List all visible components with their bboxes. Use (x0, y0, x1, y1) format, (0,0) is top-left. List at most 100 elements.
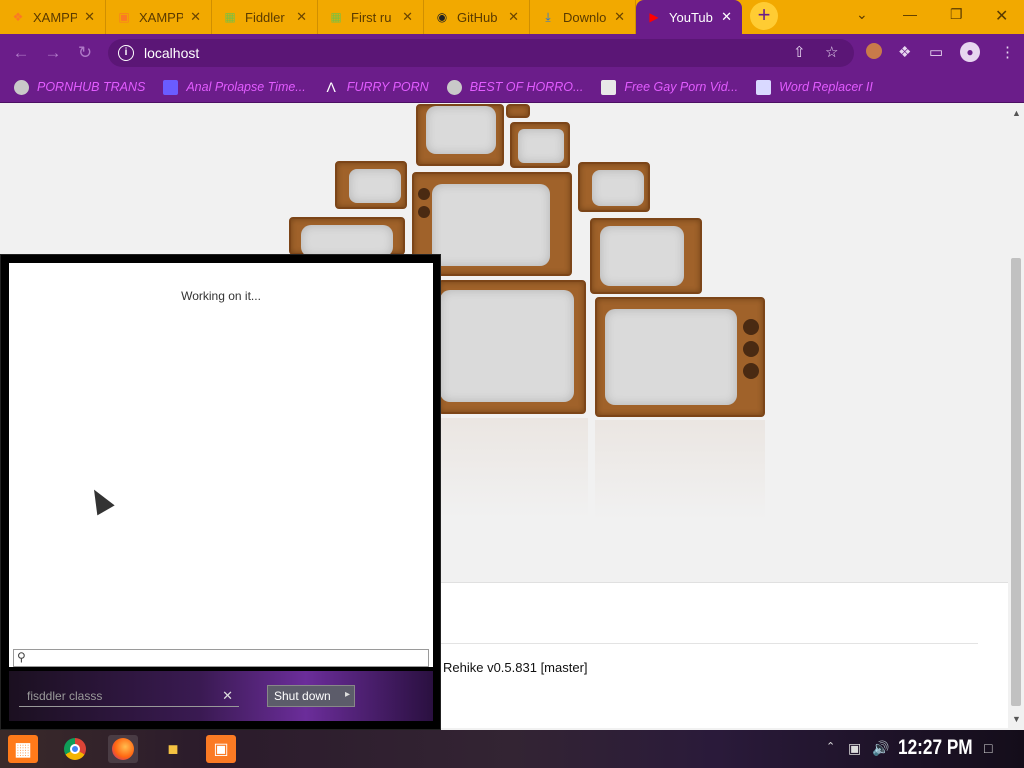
fiddler-search-input[interactable]: fisddler classs ✕ (19, 683, 239, 707)
bookmark-label: Free Gay Porn Vid... (624, 80, 739, 94)
tv-illustration (416, 104, 504, 166)
tv-illustration (506, 104, 530, 118)
tab-first-run[interactable]: ▦ First ru ✕ (318, 0, 424, 34)
tv-reflection (595, 420, 765, 520)
bookmarks-bar: PORNHUB TRANS Anal Prolapse Time... Λ FUR… (0, 72, 1024, 103)
fiddler-content-pane: Working on it... ⚲ (9, 263, 433, 667)
menu-icon[interactable]: ⋮ (1000, 43, 1015, 61)
bookmark-item[interactable]: Free Gay Porn Vid... (601, 79, 739, 95)
shut-down-label: Shut down (274, 689, 331, 703)
share-icon[interactable]: ⇧ (793, 43, 806, 61)
tv-illustration (510, 122, 570, 168)
tab-fiddler[interactable]: ▦ Fiddler ✕ (212, 0, 318, 34)
bookmark-label: FURRY PORN (346, 80, 429, 94)
bookmark-star-icon[interactable]: ☆ (825, 43, 838, 61)
version-text: Rehike v0.5.831 [master] (443, 660, 588, 675)
bookmark-item[interactable]: Anal Prolapse Time... (163, 79, 306, 95)
tab-label: XAMPP (33, 9, 78, 25)
close-icon[interactable]: ✕ (84, 9, 95, 25)
close-window-icon[interactable]: ✕ (995, 6, 1008, 26)
xampp-icon: ▣ (118, 10, 130, 24)
bookmark-item[interactable]: PORNHUB TRANS (14, 79, 146, 95)
close-icon[interactable]: ✕ (508, 9, 519, 25)
tab-search-chevron-icon[interactable]: ⌄ (856, 6, 868, 23)
scrollbar-thumb[interactable] (1011, 258, 1021, 706)
tv-illustration (289, 217, 405, 257)
bookmark-label: BEST OF HORRO... (469, 80, 584, 94)
side-panel-icon[interactable]: ▭ (929, 43, 943, 61)
profile-icon[interactable]: ● (960, 42, 980, 62)
bookmark-item[interactable]: Λ FURRY PORN (324, 78, 429, 95)
browser-toolbar: ← → ↻ i localhost ⇧ ☆ ❖ ▭ ● ⋮ (0, 34, 1024, 72)
site-info-icon[interactable]: i (118, 45, 134, 61)
tv-illustration (595, 297, 765, 417)
url-text: localhost (144, 45, 200, 61)
tab-label: GitHub (457, 9, 498, 25)
tab-xampp-2[interactable]: ▣ XAMPP ✕ (106, 0, 212, 34)
close-icon[interactable]: ✕ (296, 9, 307, 25)
minimize-icon[interactable]: — (903, 6, 917, 22)
fiddler-search-text: fisddler classs (27, 689, 103, 703)
bookmark-label: PORNHUB TRANS (37, 80, 146, 94)
shut-down-button[interactable]: Shut down ▸ (267, 685, 355, 707)
xampp-icon: ❖ (12, 10, 24, 24)
tab-strip: ❖ XAMPP ✕ ▣ XAMPP ✕ ▦ Fiddler ✕ ▦ First … (0, 0, 1024, 34)
notification-icon[interactable]: □ (984, 740, 992, 756)
volume-icon[interactable]: 🔊 (872, 740, 889, 757)
divider (440, 643, 978, 644)
back-icon[interactable]: ← (10, 43, 32, 63)
bookmark-item[interactable]: Word Replacer II (756, 79, 873, 95)
file-explorer-icon[interactable]: ■ (158, 735, 188, 763)
fiddler-window: Working on it... ⚲ fisddler classs ✕ Shu… (0, 254, 441, 730)
scroll-up-icon[interactable]: ▲ (1012, 108, 1021, 118)
close-icon[interactable]: ✕ (614, 9, 625, 25)
bookmark-icon (601, 79, 617, 95)
tab-label: Downlo (563, 9, 607, 25)
page-scrollbar[interactable]: ▲ ▼ (1008, 104, 1024, 728)
github-icon: ◉ (436, 10, 448, 24)
clear-icon[interactable]: ✕ (222, 688, 233, 704)
tv-illustration (335, 161, 407, 209)
extensions-icon[interactable]: ❖ (898, 43, 911, 61)
quickexec-input[interactable]: ⚲ (13, 649, 429, 667)
download-icon: ⤓ (545, 9, 551, 24)
bookmark-icon: Λ (326, 78, 336, 95)
taskbar: ▦ ■ ▣ ⌃ ▣ 🔊 12:27 PM □ (0, 730, 1024, 768)
address-bar[interactable]: i localhost (108, 39, 854, 67)
fiddler-icon: ▦ (330, 10, 342, 24)
extension-avatar-icon[interactable] (866, 43, 882, 59)
tab-download[interactable]: ⤓ Downlo ✕ (530, 0, 636, 34)
bookmark-item[interactable]: BEST OF HORRO... (446, 79, 584, 95)
restore-icon[interactable]: ❐ (950, 6, 963, 23)
clock[interactable]: 12:27 PM (898, 736, 973, 760)
xampp-icon[interactable]: ▣ (206, 735, 236, 763)
close-icon[interactable]: ✕ (721, 9, 732, 25)
fiddler-bottom-bar: fisddler classs ✕ Shut down ▸ (9, 671, 433, 721)
tab-github[interactable]: ◉ GitHub ✕ (424, 0, 530, 34)
tab-youtube[interactable]: ▶ YouTub ✕ (636, 0, 742, 34)
tray-chevron-icon[interactable]: ⌃ (826, 740, 835, 753)
tv-illustration (578, 162, 650, 212)
tv-illustration (438, 280, 586, 414)
close-icon[interactable]: ✕ (402, 9, 413, 25)
network-icon[interactable]: ▣ (848, 740, 861, 757)
globe-icon (446, 79, 462, 95)
tab-xampp-1[interactable]: ❖ XAMPP ✕ (0, 0, 106, 34)
scroll-down-icon[interactable]: ▼ (1012, 714, 1021, 724)
forward-icon[interactable]: → (42, 43, 64, 63)
bookmark-icon (163, 79, 179, 95)
tab-label: First ru (351, 9, 392, 25)
tv-reflection (438, 418, 588, 518)
bookmark-icon (756, 79, 772, 95)
search-icon: ⚲ (17, 650, 26, 664)
reload-icon[interactable]: ↻ (74, 43, 96, 63)
firefox-icon[interactable] (108, 735, 138, 763)
tab-label: YouTub (669, 9, 713, 25)
arrow-right-icon[interactable]: ▸ (345, 689, 350, 700)
close-icon[interactable]: ✕ (190, 9, 201, 25)
chrome-icon[interactable] (60, 735, 90, 763)
new-tab-button[interactable]: + (750, 2, 778, 30)
fiddler-icon: ▦ (224, 10, 236, 24)
start-button-icon[interactable]: ▦ (8, 735, 38, 763)
tv-illustration (590, 218, 702, 294)
